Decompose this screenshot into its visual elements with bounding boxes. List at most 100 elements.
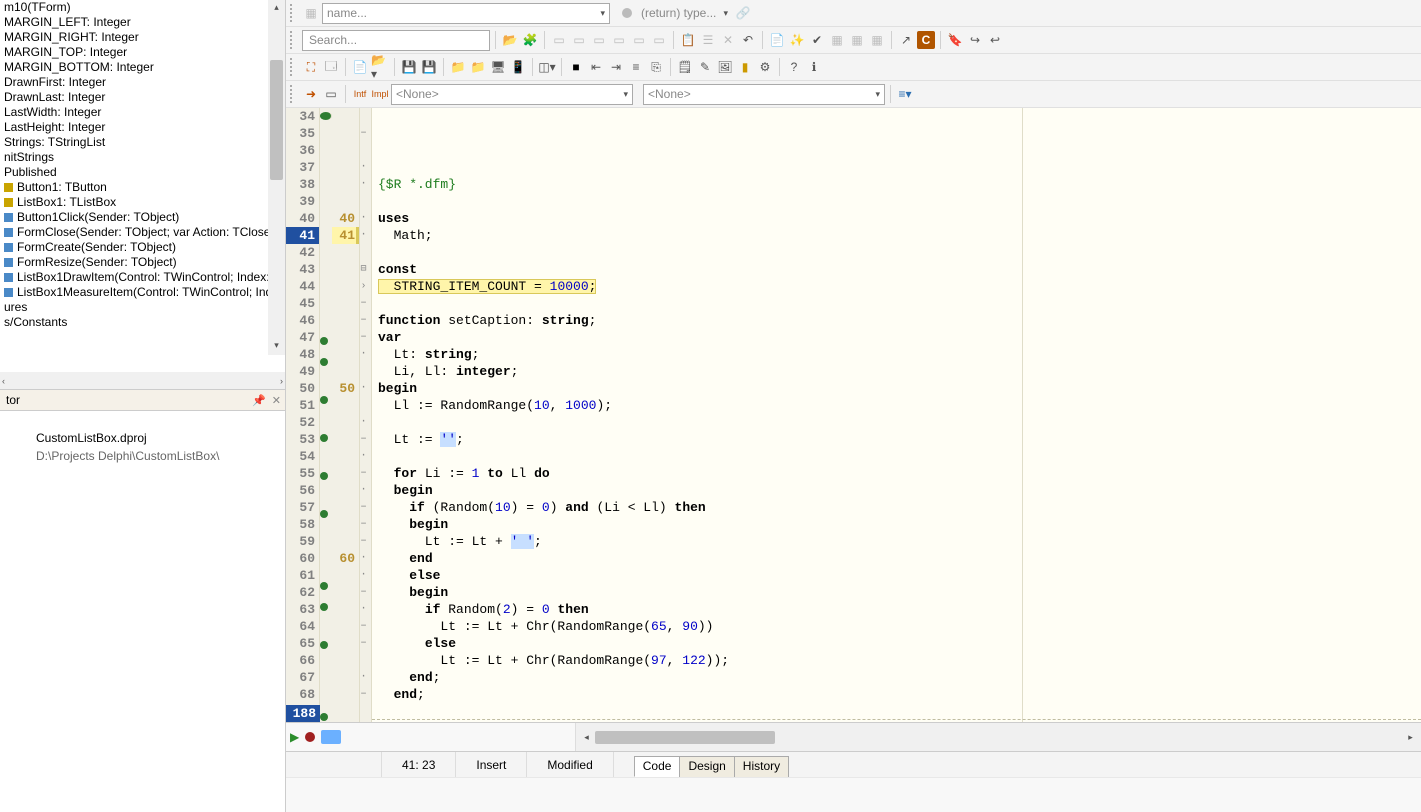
- screen-icon[interactable]: 🖥: [489, 58, 507, 76]
- nav-combo-1[interactable]: <None>▾: [391, 84, 633, 105]
- code-line[interactable]: for Li := 1 to Ll do: [378, 465, 1421, 482]
- macro-play-icon[interactable]: ▶: [290, 730, 299, 744]
- code-line[interactable]: [378, 448, 1421, 465]
- nav-icon[interactable]: ▦: [302, 4, 320, 22]
- tree-item[interactable]: ListBox1: TListBox: [4, 195, 285, 210]
- phone-icon[interactable]: 📱: [509, 58, 527, 76]
- macro-icon[interactable]: [321, 730, 341, 744]
- tree-item[interactable]: Strings: TStringList: [4, 135, 285, 150]
- save-icon[interactable]: 💾: [400, 58, 418, 76]
- tree-scrollbar[interactable]: ▴▾: [268, 0, 285, 355]
- folder-minus-icon[interactable]: 📁: [469, 58, 487, 76]
- img-icon[interactable]: 🖼: [716, 58, 734, 76]
- window-icon[interactable]: 🗔: [322, 58, 340, 76]
- doc-icon[interactable]: 📄: [768, 31, 786, 49]
- code-line[interactable]: function setCaption: string;: [378, 312, 1421, 329]
- new-file-icon[interactable]: 📄: [351, 58, 369, 76]
- code-line[interactable]: [378, 193, 1421, 210]
- tree-item[interactable]: nitStrings: [4, 150, 285, 165]
- toolbar-grip-2[interactable]: [290, 31, 296, 49]
- in-icon[interactable]: ↩: [986, 31, 1004, 49]
- macro-record-icon[interactable]: [305, 732, 315, 742]
- goto-icon[interactable]: ➜: [302, 85, 320, 103]
- code-line[interactable]: const: [378, 261, 1421, 278]
- tree-item[interactable]: Published: [4, 165, 285, 180]
- code-line[interactable]: else: [378, 567, 1421, 584]
- code-line[interactable]: Math;: [378, 227, 1421, 244]
- nav-combo-2[interactable]: <None>▾: [643, 84, 885, 105]
- structure-tree[interactable]: m10(TForm)MARGIN_LEFT: IntegerMARGIN_RIG…: [0, 0, 285, 372]
- return-type-combo[interactable]: (return) type... ▾: [637, 3, 732, 24]
- tree-item[interactable]: DrawnLast: Integer: [4, 90, 285, 105]
- project-name[interactable]: CustomListBox.dproj: [36, 429, 277, 447]
- view-tab-design[interactable]: Design: [679, 756, 734, 777]
- close-icon[interactable]: ✕: [272, 394, 281, 407]
- code-line[interactable]: {$R *.dfm}: [378, 176, 1421, 193]
- impl-icon[interactable]: Impl: [371, 85, 389, 103]
- align-icon[interactable]: ≡: [627, 58, 645, 76]
- code-editor[interactable]: 3435363738394041424344454647484950515253…: [286, 108, 1421, 722]
- code-line[interactable]: begin: [378, 380, 1421, 397]
- code-line[interactable]: Li, Ll: integer;: [378, 363, 1421, 380]
- form-icon[interactable]: ▭: [322, 85, 340, 103]
- tree-item[interactable]: ListBox1MeasureItem(Control: TWinControl…: [4, 285, 285, 300]
- tree-hscroll[interactable]: ‹›: [0, 372, 285, 389]
- tb-icon-2[interactable]: ▭: [570, 31, 588, 49]
- editor-hscroll[interactable]: ◂ ▸: [576, 723, 1421, 751]
- code-line[interactable]: if (Random(10) = 0) and (Li < Ll) then: [378, 499, 1421, 516]
- list-icon[interactable]: ☰: [699, 31, 717, 49]
- tree-item[interactable]: MARGIN_TOP: Integer: [4, 45, 285, 60]
- grid2-icon[interactable]: ▦: [848, 31, 866, 49]
- folder-plus-icon[interactable]: 📁: [449, 58, 467, 76]
- tree-item[interactable]: FormResize(Sender: TObject): [4, 255, 285, 270]
- code-line[interactable]: if Random(2) = 0 then: [378, 601, 1421, 618]
- db-icon[interactable]: ▮: [736, 58, 754, 76]
- code-line[interactable]: [378, 159, 1421, 176]
- tree-item[interactable]: MARGIN_LEFT: Integer: [4, 15, 285, 30]
- grid-icon[interactable]: ▦: [828, 31, 846, 49]
- toolbar-grip-3[interactable]: [290, 58, 296, 76]
- code-line[interactable]: [378, 703, 1421, 720]
- tb-icon-6[interactable]: ▭: [650, 31, 668, 49]
- code-line[interactable]: [378, 295, 1421, 312]
- help-icon[interactable]: ?: [785, 58, 803, 76]
- class-add-icon[interactable]: 🧩: [521, 31, 539, 49]
- delete-icon[interactable]: ✕: [719, 31, 737, 49]
- view-tab-history[interactable]: History: [734, 756, 789, 777]
- tree-item[interactable]: m10(TForm): [4, 0, 285, 15]
- view-tab-code[interactable]: Code: [634, 756, 681, 777]
- code-line[interactable]: begin: [378, 516, 1421, 533]
- gear-icon[interactable]: ⚙: [756, 58, 774, 76]
- note-icon[interactable]: 🗒: [676, 58, 694, 76]
- folder-open-icon[interactable]: 📂: [501, 31, 519, 49]
- grid3-icon[interactable]: ▦: [868, 31, 886, 49]
- tree-item[interactable]: ListBox1DrawItem(Control: TWinControl; I…: [4, 270, 285, 285]
- save-all-icon[interactable]: 💾: [420, 58, 438, 76]
- exit-icon[interactable]: ⎘: [647, 58, 665, 76]
- code-line[interactable]: Result := Lt;: [378, 720, 1421, 722]
- tb-icon-1[interactable]: ▭: [550, 31, 568, 49]
- out-icon[interactable]: ↪: [966, 31, 984, 49]
- check-icon[interactable]: ✔: [808, 31, 826, 49]
- tree-item[interactable]: Button1: TButton: [4, 180, 285, 195]
- export-icon[interactable]: ↗: [897, 31, 915, 49]
- pin-icon[interactable]: 📌: [252, 394, 266, 407]
- info-icon[interactable]: ℹ: [805, 58, 823, 76]
- toolbar-grip-4[interactable]: [290, 85, 296, 103]
- tree-item[interactable]: s/Constants: [4, 315, 285, 330]
- code-line[interactable]: end: [378, 550, 1421, 567]
- tb-icon-4[interactable]: ▭: [610, 31, 628, 49]
- code-line[interactable]: [378, 244, 1421, 261]
- code-line[interactable]: STRING_ITEM_COUNT = 10000;: [378, 278, 1421, 295]
- tree-item[interactable]: FormClose(Sender: TObject; var Action: T…: [4, 225, 285, 240]
- window-split-icon[interactable]: ◫▾: [538, 58, 556, 76]
- code-line[interactable]: Lt := '';: [378, 431, 1421, 448]
- wizard-icon[interactable]: ✨: [788, 31, 806, 49]
- tree-item[interactable]: DrawnFirst: Integer: [4, 75, 285, 90]
- code-line[interactable]: Ll := RandomRange(10, 1000);: [378, 397, 1421, 414]
- name-combo[interactable]: name... ▾: [322, 3, 610, 24]
- code-line[interactable]: Lt := Lt + ' ';: [378, 533, 1421, 550]
- code-line[interactable]: end;: [378, 669, 1421, 686]
- code-line[interactable]: begin: [378, 584, 1421, 601]
- tb-icon-3[interactable]: ▭: [590, 31, 608, 49]
